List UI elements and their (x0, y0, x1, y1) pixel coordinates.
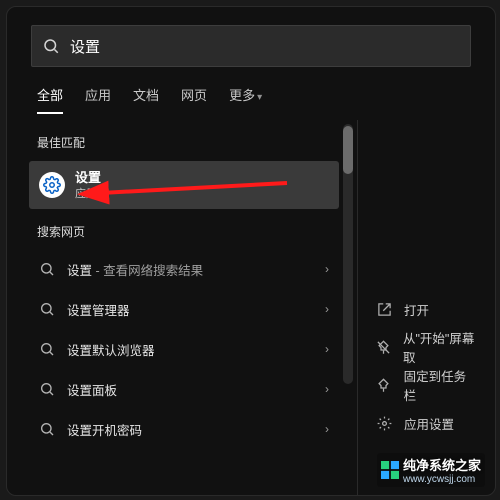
unpin-icon (376, 339, 391, 355)
tab-more[interactable]: 更多▾ (229, 85, 262, 114)
web-result-label: 设置 - 查看网络搜索结果 (67, 260, 203, 279)
best-match-result[interactable]: 设置 应用 (29, 161, 339, 209)
action-unpin-start[interactable]: 从"开始"屏幕取 (358, 328, 495, 366)
tab-web[interactable]: 网页 (181, 85, 207, 114)
web-result-4[interactable]: 设置开机密码 › (29, 410, 339, 448)
action-open-label: 打开 (404, 300, 429, 319)
results-pane: 最佳匹配 设置 应用 搜索网页 设置 - 查看网络搜索结果›设置管理器›设置默认… (7, 120, 347, 496)
search-tabs: 全部 应用 文档 网页 更多▾ (37, 85, 495, 114)
web-result-label: 设置管理器 (67, 300, 130, 319)
open-icon (376, 301, 392, 317)
web-result-0[interactable]: 设置 - 查看网络搜索结果 › (29, 250, 339, 288)
search-icon (39, 341, 55, 357)
chevron-right-icon: › (325, 302, 329, 316)
gear-icon (376, 415, 392, 431)
action-open[interactable]: 打开 (358, 290, 495, 328)
tab-more-label: 更多 (229, 88, 255, 103)
search-icon (39, 261, 55, 277)
web-result-2[interactable]: 设置默认浏览器 › (29, 330, 339, 368)
tab-apps[interactable]: 应用 (85, 85, 111, 114)
pin-icon (376, 377, 392, 393)
best-match-subtitle: 应用 (75, 185, 101, 201)
web-result-label: 设置开机密码 (67, 420, 142, 439)
chevron-right-icon: › (325, 262, 329, 276)
search-bar[interactable] (31, 25, 471, 67)
scrollbar-thumb[interactable] (343, 126, 353, 174)
watermark-logo (381, 461, 399, 479)
section-best-match: 最佳匹配 (37, 134, 347, 151)
settings-app-icon (39, 172, 65, 198)
chevron-right-icon: › (325, 382, 329, 396)
search-icon (39, 381, 55, 397)
action-app-settings-label: 应用设置 (404, 414, 454, 433)
watermark: 纯净系统之家 www.ycwsjj.com (377, 453, 485, 487)
web-result-label: 设置默认浏览器 (67, 340, 155, 359)
action-pin-taskbar[interactable]: 固定到任务栏 (358, 366, 495, 404)
web-result-3[interactable]: 设置面板 › (29, 370, 339, 408)
search-icon (39, 421, 55, 437)
web-result-label: 设置面板 (67, 380, 117, 399)
best-match-title: 设置 (75, 170, 101, 185)
chevron-right-icon: › (325, 422, 329, 436)
tab-docs[interactable]: 文档 (133, 85, 159, 114)
action-unpin-start-label: 从"开始"屏幕取 (403, 328, 477, 366)
tab-all[interactable]: 全部 (37, 85, 63, 114)
action-app-settings[interactable]: 应用设置 (358, 404, 495, 442)
search-icon (39, 301, 55, 317)
action-pin-taskbar-label: 固定到任务栏 (404, 366, 477, 404)
chevron-down-icon: ▾ (257, 92, 262, 103)
section-web-search: 搜索网页 (37, 223, 347, 240)
search-input[interactable] (68, 37, 460, 56)
preview-pane: 打开 从"开始"屏幕取 固定到任务栏 应用设置 (357, 120, 495, 496)
watermark-title: 纯净系统之家 (403, 455, 481, 474)
watermark-domain: www.ycwsjj.com (403, 474, 481, 485)
chevron-right-icon: › (325, 342, 329, 356)
search-icon (42, 37, 60, 55)
web-result-1[interactable]: 设置管理器 › (29, 290, 339, 328)
scrollbar[interactable] (343, 124, 353, 384)
